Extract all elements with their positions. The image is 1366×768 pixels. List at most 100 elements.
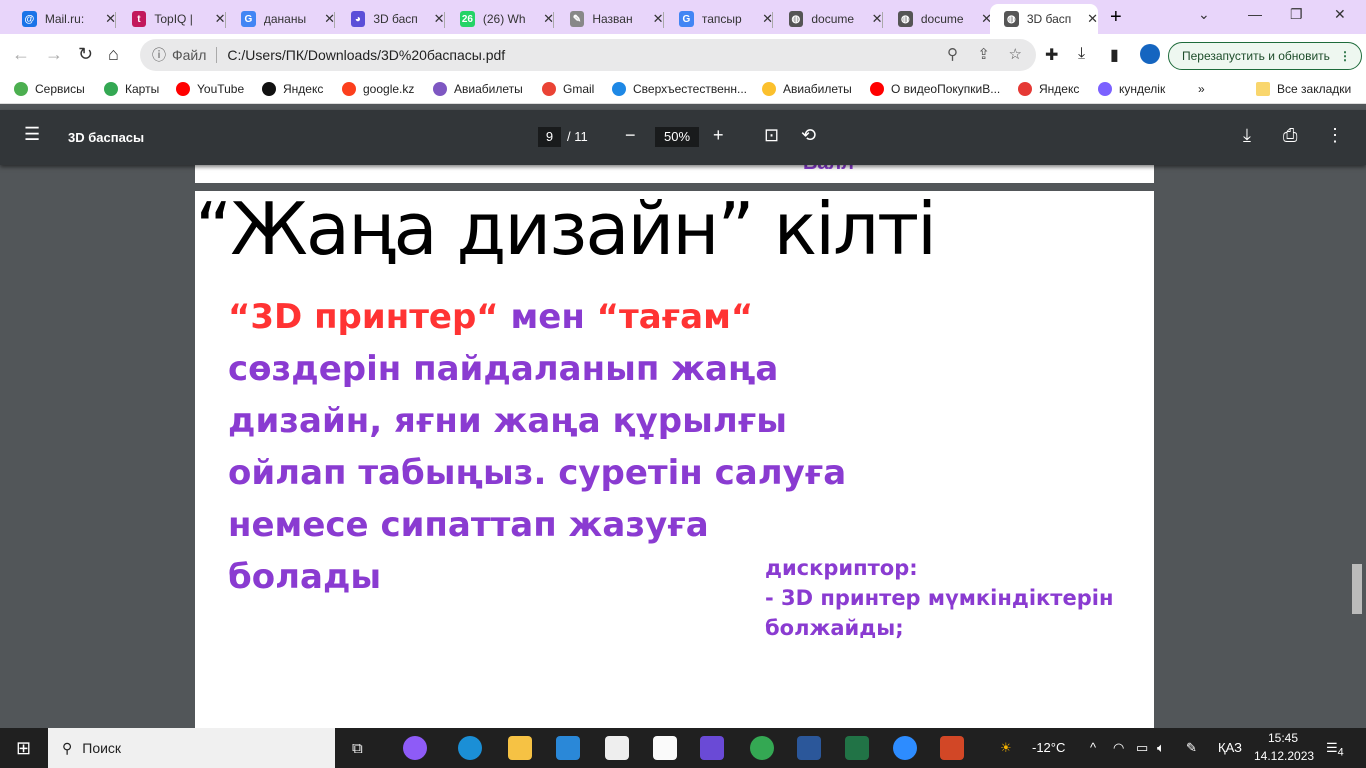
bookmark-item[interactable]: кунделік [1098, 82, 1165, 96]
tab-search-button[interactable]: ⌄ [1198, 6, 1210, 23]
close-tab-icon[interactable]: ✕ [434, 11, 445, 27]
scrollbar-thumb[interactable] [1352, 564, 1362, 614]
close-tab-icon[interactable]: ✕ [324, 11, 335, 27]
notepad-icon[interactable] [653, 736, 677, 760]
volume-icon[interactable]: 🔈︎ [1157, 740, 1165, 756]
language-indicator[interactable]: ҚАЗ [1218, 740, 1242, 755]
page-number-input[interactable]: 9 [538, 127, 561, 147]
tab[interactable]: ◕ 3D басп ✕ [337, 4, 445, 34]
back-icon[interactable]: ← [12, 44, 30, 65]
word-icon[interactable] [797, 736, 821, 760]
edge-icon[interactable] [458, 736, 482, 760]
minimize-button[interactable]: — [1248, 6, 1262, 22]
tab-label: Назван [592, 12, 633, 26]
close-tab-icon[interactable]: ✕ [215, 11, 226, 27]
bookmark-item[interactable]: Сверхъестественн... [612, 82, 747, 96]
tab-favicon-icon: G [241, 11, 256, 27]
extensions-icon[interactable]: ✚ [1045, 45, 1058, 65]
reload-icon[interactable]: ↻ [78, 44, 93, 65]
bookmark-item[interactable]: YouTube [176, 82, 244, 96]
close-tab-icon[interactable]: ✕ [543, 11, 554, 27]
bookmark-item[interactable]: Авиабилеты [433, 82, 523, 96]
close-tab-icon[interactable]: ✕ [762, 11, 773, 27]
pen-icon[interactable]: ✎ [1186, 740, 1197, 756]
mail-icon[interactable] [556, 736, 580, 760]
taskbar-search[interactable]: ⚲ Поиск [48, 728, 335, 768]
close-tab-icon[interactable]: ✕ [653, 11, 664, 27]
file-explorer-icon[interactable] [508, 736, 532, 760]
new-tab-button[interactable]: + [1110, 6, 1122, 29]
excel-icon[interactable] [845, 736, 869, 760]
tab[interactable]: ◍ 3D басп ✕ [990, 4, 1098, 34]
chrome-icon[interactable] [750, 736, 774, 760]
pdf-toolbar: ☰ 3D баспасы 9 / 11 − 50% + ⊡ ⟲ ⤓ ⎙ ⋮ [0, 110, 1366, 165]
tab[interactable]: @ Mail.ru: ✕ [8, 4, 116, 34]
close-window-button[interactable]: ✕ [1334, 6, 1346, 23]
zoom-icon[interactable]: ⚲ [947, 45, 958, 63]
bookmark-item[interactable]: google.kz [342, 82, 414, 96]
bookmark-item[interactable]: Яндекс [262, 82, 323, 96]
clock-time[interactable]: 15:45 [1268, 731, 1298, 745]
bookmark-item[interactable]: Авиабилеты [762, 82, 852, 96]
close-tab-icon[interactable]: ✕ [105, 11, 116, 27]
relaunch-button[interactable]: Перезапустить и обновить ⋮ [1168, 42, 1362, 70]
bookmark-label: Карты [125, 82, 160, 96]
tab[interactable]: Gдананы ✕ [227, 4, 335, 34]
search-icon: ⚲ [62, 739, 73, 756]
zoom-input[interactable]: 50% [655, 127, 699, 147]
avatar[interactable] [1140, 44, 1160, 64]
fit-page-icon[interactable]: ⊡ [764, 125, 779, 146]
task-view-icon[interactable]: ⧉ [352, 740, 363, 757]
bookmark-item[interactable]: Яндекс [1018, 82, 1079, 96]
restore-button[interactable]: ❐ [1290, 6, 1303, 23]
menu-icon[interactable]: ⋮ [1339, 49, 1351, 63]
bookmark-item[interactable]: Gmail [542, 82, 594, 96]
share-icon[interactable]: ⇪ [977, 45, 990, 63]
battery-icon[interactable]: ▭ [1136, 740, 1148, 756]
bookmark-item[interactable]: Карты [104, 82, 159, 96]
zoom-in-icon[interactable]: + [713, 125, 724, 146]
all-bookmarks[interactable]: Все закладки [1256, 82, 1351, 96]
side-panel-icon[interactable]: ▮ [1110, 45, 1119, 65]
tab[interactable]: t TopIQ | ✕ [118, 4, 226, 34]
tab[interactable]: ◍ docume ✕ [775, 4, 883, 34]
notifications-icon[interactable]: ☰4 [1326, 740, 1344, 759]
info-icon[interactable]: ⓘ [152, 45, 166, 65]
weather-icon[interactable]: ☀ [1000, 740, 1012, 756]
zoom-out-icon[interactable]: − [625, 125, 636, 146]
download-pdf-icon[interactable]: ⤓ [1243, 125, 1251, 146]
bookmark-label: Яндекс [283, 82, 324, 96]
slide-body: “3D принтер“ мен “тағам“ сөздерін пайдала… [228, 291, 848, 603]
forward-icon[interactable]: → [45, 44, 63, 65]
star-icon[interactable]: ☆ [1009, 45, 1022, 63]
download-icon[interactable]: ⤓ [1078, 45, 1085, 63]
address-bar[interactable]: ⓘ Файл C:/Users/ПК/Downloads/3D%20баспас… [140, 39, 1036, 71]
show-hidden-icons[interactable]: ^ [1090, 740, 1096, 755]
url-text[interactable]: C:/Users/ПК/Downloads/3D%20баспасы.pdf [227, 47, 505, 63]
tab[interactable]: ◍ docume ✕ [884, 4, 992, 34]
weather-temp[interactable]: -12°C [1032, 740, 1065, 755]
copilot-icon[interactable] [700, 736, 724, 760]
more-options-icon[interactable]: ⋮ [1326, 125, 1344, 146]
bookmark-label: Авиабилеты [454, 82, 523, 96]
bookmark-item[interactable]: Сервисы [14, 82, 85, 96]
close-tab-icon[interactable]: ✕ [872, 11, 883, 27]
rotate-icon[interactable]: ⟲ [801, 125, 816, 146]
hamburger-menu-icon[interactable]: ☰ [24, 124, 40, 145]
alice-icon[interactable] [403, 736, 427, 760]
home-icon[interactable]: ⌂ [108, 44, 119, 65]
windows-start-icon[interactable]: ⊞ [16, 738, 31, 759]
more-bookmarks-icon[interactable]: » [1198, 82, 1205, 96]
tab[interactable]: ✎ Назван ✕ [556, 4, 664, 34]
store-icon[interactable] [605, 736, 629, 760]
zoom-app-icon[interactable] [893, 736, 917, 760]
powerpoint-icon[interactable] [940, 736, 964, 760]
tab[interactable]: 26 (26) Wh ✕ [446, 4, 554, 34]
tab[interactable]: Gтапсыр ✕ [665, 4, 773, 34]
close-tab-icon[interactable]: ✕ [1087, 11, 1098, 27]
print-icon[interactable]: ⎙ [1283, 125, 1297, 146]
clock-date[interactable]: 14.12.2023 [1254, 749, 1314, 763]
tab-label: тапсыр [701, 12, 742, 26]
network-icon[interactable]: ◠ [1113, 740, 1124, 756]
bookmark-item[interactable]: О видеоПокупкиВ... [870, 82, 1000, 96]
